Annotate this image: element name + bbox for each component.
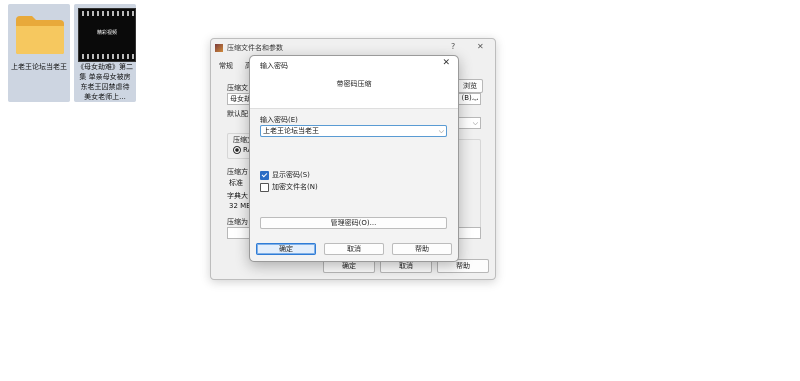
default-profile-label: 默认配 <box>227 110 248 118</box>
tab-general[interactable]: 常规 <box>219 61 233 71</box>
password-input[interactable]: 上老王论坛当老王 ⌵ <box>260 125 447 137</box>
checkbox-unchecked-icon[interactable] <box>260 182 269 192</box>
password-dialog: 输入密码 ✕ 带密码压缩 输入密码(E) 上老王论坛当老王 ⌵ 显示密码(S) … <box>249 55 459 262</box>
winrar-app-icon <box>215 44 223 52</box>
folder-icon <box>16 16 64 54</box>
split-unit-field[interactable] <box>457 227 481 239</box>
browse-button[interactable]: 浏览(B)... <box>457 79 483 102</box>
archive-name-label: 压缩文 <box>227 84 248 92</box>
cancel-button[interactable]: 取消 <box>324 243 384 255</box>
dialog-title: 输入密码 <box>260 62 288 70</box>
checkbox-checked-icon[interactable] <box>260 170 269 180</box>
password-label: 输入密码(E) <box>260 116 298 124</box>
dialog-heading: 带密码压缩 <box>336 80 372 88</box>
dict-label: 字典大 <box>227 192 248 200</box>
desktop-item-folder[interactable]: 上老王论坛当老王 <box>8 4 70 102</box>
dict-value[interactable]: 32 MB <box>229 202 251 210</box>
profile-select[interactable]: ⌵ <box>457 117 481 129</box>
manage-passwords-button[interactable]: 管理密码(O)... <box>260 217 447 229</box>
chevron-down-icon[interactable]: ⌵ <box>473 118 478 128</box>
radio-icon[interactable] <box>233 146 241 154</box>
show-password-label: 显示密码(S) <box>272 171 310 179</box>
close-icon[interactable]: ✕ <box>477 42 484 51</box>
encrypt-filenames-label: 加密文件名(N) <box>272 183 318 191</box>
video-thumb-text: 精彩视频 <box>96 30 117 36</box>
options-group <box>457 139 481 237</box>
desktop-item-label: 上老王论坛当老王 <box>11 63 67 71</box>
desktop-item-video[interactable]: 精彩视频 《母女劫难》第二集 单亲母女被房东老王囚禁虐待 美女老师上... <box>74 4 136 102</box>
help-button[interactable]: 帮助 <box>392 243 452 255</box>
split-field[interactable] <box>227 227 251 239</box>
encrypt-filenames-checkbox[interactable]: 加密文件名(N) <box>260 182 318 192</box>
desktop-item-label: 《母女劫难》第二集 单亲母女被房东老王囚禁虐待 美女老师上... <box>77 63 133 101</box>
help-icon[interactable]: ? <box>451 42 455 51</box>
method-label: 压缩方 <box>227 168 248 176</box>
archive-name-value: 母女劫 <box>230 95 251 103</box>
close-icon[interactable]: ✕ <box>442 58 450 68</box>
split-label: 压缩为 <box>227 218 248 226</box>
chevron-down-icon[interactable]: ⌵ <box>439 126 444 136</box>
dialog-header: 输入密码 ✕ 带密码压缩 <box>250 56 458 109</box>
window-title: 压缩文件名和参数 <box>227 44 283 52</box>
ok-button[interactable]: 确定 <box>256 243 316 255</box>
method-value[interactable]: 标准 <box>229 178 243 188</box>
show-password-checkbox[interactable]: 显示密码(S) <box>260 170 310 180</box>
password-value: 上老王论坛当老王 <box>263 127 319 135</box>
video-icon: 精彩视频 <box>78 8 136 62</box>
